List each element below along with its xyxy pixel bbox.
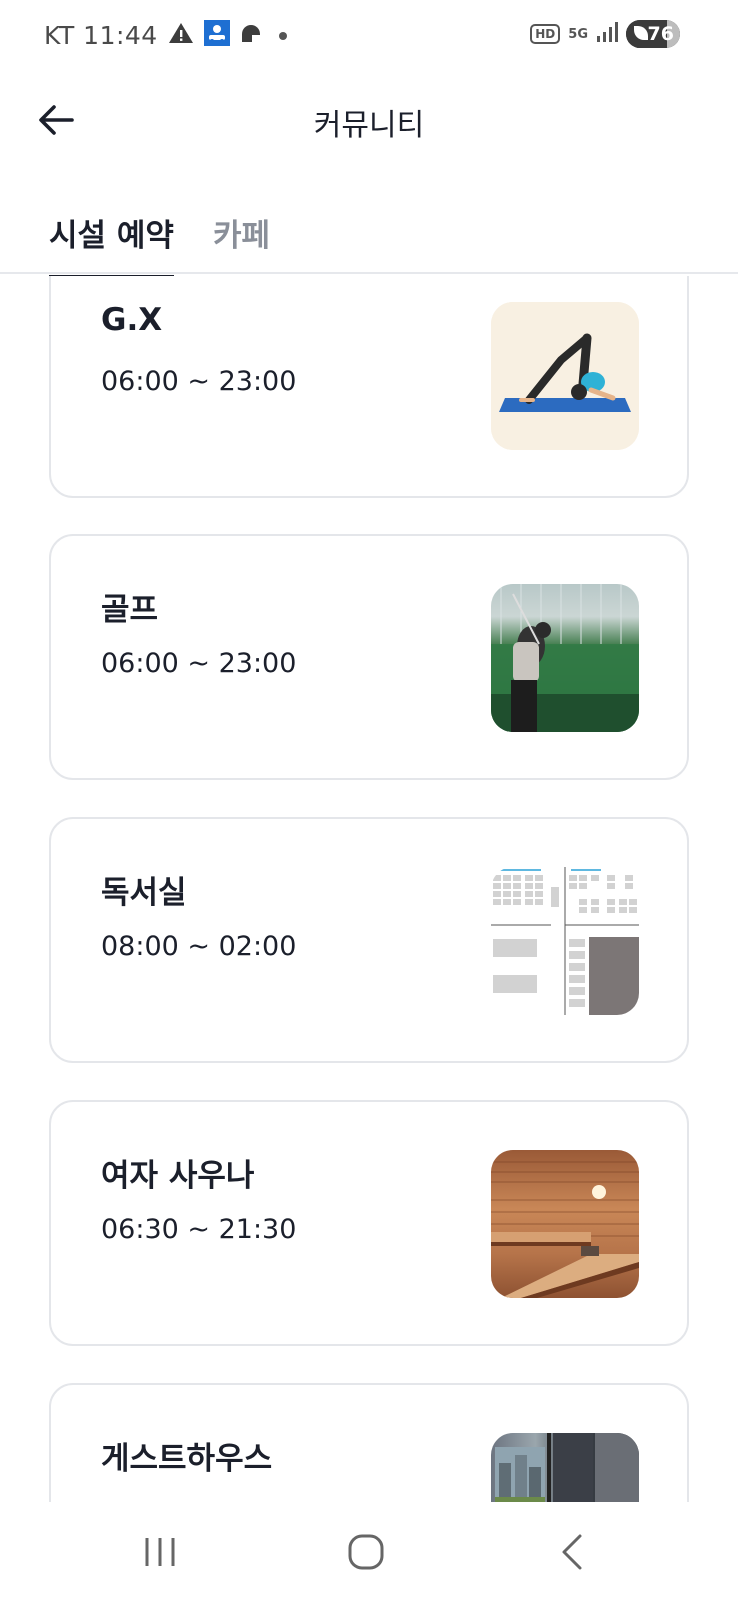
facility-hours: 06:30 ~ 21:30 <box>101 1214 297 1245</box>
facility-name: G.X <box>101 302 163 338</box>
car-app-icon <box>203 20 230 50</box>
battery-indicator: 76 <box>626 20 680 48</box>
facility-hours: 08:00 ~ 02:00 <box>101 931 297 962</box>
signal-icon <box>596 21 618 47</box>
hd-voice-badge: HD <box>530 24 561 44</box>
facility-card-guesthouse[interactable]: 게스트하우스 <box>49 1383 689 1502</box>
facility-card-golf[interactable]: 골프 06:00 ~ 23:00 <box>49 534 689 780</box>
home-button[interactable] <box>336 1528 396 1576</box>
guesthouse-room-image <box>491 1433 639 1502</box>
status-bar: KT 11:44 HD 5G 76 <box>0 0 738 78</box>
facility-card-womens-sauna[interactable]: 여자 사우나 06:30 ~ 21:30 <box>49 1100 689 1346</box>
facility-hours: 06:00 ~ 23:00 <box>101 366 297 397</box>
golf-range-image <box>491 584 639 732</box>
recent-apps-icon <box>145 1538 175 1566</box>
battery-level: 76 <box>647 23 674 45</box>
recent-apps-button[interactable] <box>130 1528 190 1576</box>
facility-name: 게스트하우스 <box>101 1441 273 1477</box>
tab-bar: 시설 예약 카페 <box>0 200 738 279</box>
system-back-button[interactable] <box>543 1528 603 1576</box>
network-type: 5G <box>568 26 588 42</box>
tab-cafe[interactable]: 카페 <box>213 210 270 275</box>
chevron-left-icon <box>562 1534 582 1570</box>
carrier-time: KT 11:44 <box>44 20 158 50</box>
status-right: HD 5G 76 <box>530 20 680 48</box>
warning-icon <box>168 21 194 49</box>
facility-card-gx[interactable]: G.X 06:00 ~ 23:00 <box>49 276 689 498</box>
facility-card-study-room[interactable]: 독서실 08:00 ~ 02:00 <box>49 817 689 1063</box>
system-nav-bar <box>0 1502 738 1600</box>
app-header: 커뮤니티 <box>0 78 738 162</box>
sauna-room-image <box>491 1150 639 1298</box>
facility-list[interactable]: G.X 06:00 ~ 23:00 골프 06:00 ~ 23:00 독서실 0… <box>0 276 738 1502</box>
app-notification-icon <box>240 22 262 48</box>
seat-map-image <box>491 867 639 1015</box>
status-left: KT 11:44 <box>44 20 294 50</box>
facility-name: 여자 사우나 <box>101 1158 255 1194</box>
tab-facility-reservation[interactable]: 시설 예약 <box>49 210 174 279</box>
home-icon <box>348 1534 384 1570</box>
dot-icon <box>272 26 294 45</box>
facility-hours: 06:00 ~ 23:00 <box>101 648 297 679</box>
facility-name: 골프 <box>101 592 159 628</box>
page-title: 커뮤니티 <box>313 108 425 143</box>
facility-name: 독서실 <box>101 875 187 911</box>
yoga-pose-image <box>491 302 639 450</box>
